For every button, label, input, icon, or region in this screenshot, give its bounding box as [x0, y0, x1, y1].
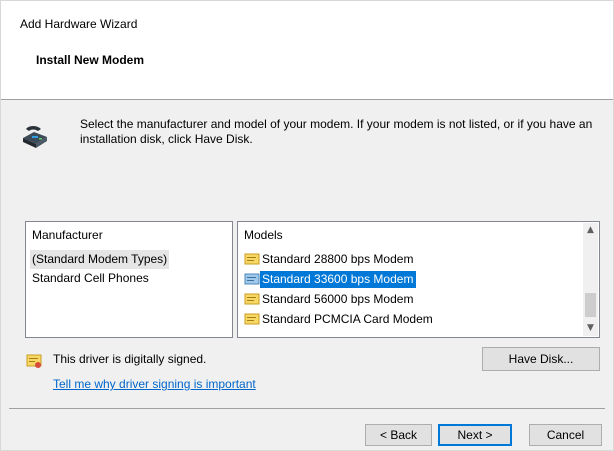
footer-divider [9, 408, 605, 409]
model-item[interactable]: Standard 56000 bps Modem [244, 289, 436, 309]
manufacturer-list[interactable]: Manufacturer (Standard Modem Types) Stan… [25, 221, 233, 338]
instructions-text: Select the manufacturer and model of you… [80, 117, 593, 146]
models-list[interactable]: Models Standard 28800 bps Modem Standard… [237, 221, 600, 338]
driver-signing-link[interactable]: Tell me why driver signing is important [53, 377, 256, 391]
manufacturer-item[interactable]: Standard Cell Phones [30, 269, 169, 288]
model-item[interactable]: Standard 28800 bps Modem [244, 249, 436, 269]
signing-status-text: This driver is digitally signed. [53, 352, 207, 366]
models-header: Models [244, 228, 283, 242]
window-title: Add Hardware Wizard [20, 17, 138, 31]
driver-file-icon [244, 313, 260, 325]
scroll-thumb[interactable] [585, 293, 596, 317]
scroll-down-icon[interactable]: ▼ [583, 321, 598, 336]
scroll-up-icon[interactable]: ▲ [583, 223, 598, 238]
modem-icon [23, 126, 47, 148]
model-item-label: Standard 28800 bps Modem [262, 251, 414, 266]
model-item[interactable]: Standard 33600 bps Modem [244, 269, 436, 289]
model-item-label: Standard 33600 bps Modem [260, 270, 417, 288]
model-item-label: Standard PCMCIA Card Modem [262, 311, 433, 326]
page-title: Install New Modem [36, 53, 145, 67]
add-hardware-wizard: Add Hardware Wizard Install New Modem Se… [0, 0, 614, 451]
back-button[interactable]: < Back [365, 424, 432, 446]
wizard-header: Add Hardware Wizard Install New Modem [1, 1, 613, 100]
manufacturer-header: Manufacturer [32, 228, 103, 242]
manufacturer-item[interactable]: (Standard Modem Types) [30, 250, 170, 269]
model-item-label: Standard 56000 bps Modem [262, 291, 414, 306]
driver-file-icon [244, 253, 260, 265]
driver-file-icon [244, 293, 260, 305]
model-item[interactable]: Standard PCMCIA Card Modem [244, 309, 436, 329]
next-button[interactable]: Next > [438, 424, 512, 446]
cancel-button[interactable]: Cancel [529, 424, 602, 446]
signed-driver-icon [26, 354, 42, 368]
have-disk-button[interactable]: Have Disk... [482, 347, 600, 371]
models-scrollbar[interactable]: ▲ ▼ [583, 223, 598, 336]
driver-file-icon [244, 273, 260, 285]
